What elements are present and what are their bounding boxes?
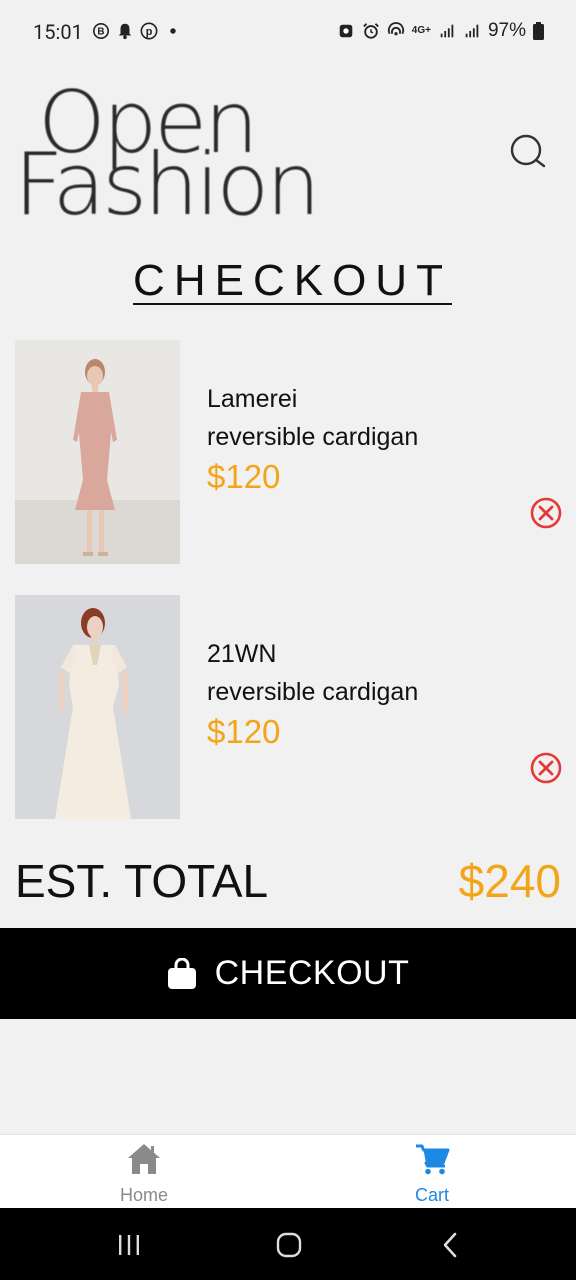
item-info: 21WN reversible cardigan $120 <box>207 635 418 751</box>
svg-text:B: B <box>97 27 104 38</box>
svg-text:p: p <box>146 26 153 38</box>
bottom-nav: Home Cart <box>0 1134 576 1209</box>
nav-home-label: Home <box>119 1185 168 1205</box>
system-nav-bar <box>0 1208 576 1280</box>
checkout-button[interactable]: CHECKOUT <box>0 928 576 1019</box>
shopping-bag-icon <box>167 957 196 989</box>
network-type: 4G+ <box>411 25 431 36</box>
alarm-icon <box>362 23 379 39</box>
signal-icon <box>440 24 454 38</box>
product-image[interactable] <box>15 340 180 564</box>
search-icon[interactable] <box>508 132 548 172</box>
nav-cart[interactable]: Cart <box>288 1135 576 1209</box>
logo-line2: Fashion <box>14 135 321 235</box>
total-value: $240 <box>458 855 561 907</box>
page-title: CHECKOUT <box>0 256 576 306</box>
total-label: EST. TOTAL <box>15 855 269 907</box>
item-price: $120 <box>207 713 281 750</box>
battery-icon <box>533 22 544 40</box>
page-title-text: CHECKOUT <box>133 256 452 305</box>
signal-icon-2 <box>465 24 479 38</box>
nav-cart-label: Cart <box>414 1185 449 1205</box>
battery-percent: 97% <box>487 20 526 41</box>
remove-item-icon[interactable] <box>529 751 563 785</box>
item-name-line1: Lamerei <box>207 385 298 413</box>
pinterest-icon: p <box>140 22 158 40</box>
status-bar: 15:01 B p 4G+ 97% <box>0 0 576 66</box>
cart-item: 21WN reversible cardigan $120 <box>15 595 576 819</box>
checkout-button-label: CHECKOUT <box>214 954 410 992</box>
recent-apps-icon[interactable] <box>114 1230 144 1260</box>
cart-item: Lamerei reversible cardigan $120 <box>15 340 576 564</box>
item-name-line2: reversible cardigan <box>207 678 419 706</box>
item-name-line2: reversible cardigan <box>207 423 419 451</box>
cart-icon <box>416 1144 450 1175</box>
status-time: 15:01 <box>33 20 83 44</box>
item-info: Lamerei reversible cardigan $120 <box>207 380 418 496</box>
item-name-line1: 21WN <box>207 640 277 668</box>
home-icon <box>128 1144 160 1174</box>
dot-icon <box>170 28 176 34</box>
system-status-icons: 4G+ 97% <box>337 20 544 42</box>
home-button-icon[interactable] <box>274 1230 304 1260</box>
bell-icon <box>118 23 132 40</box>
back-icon[interactable] <box>436 1230 466 1260</box>
brand-logo[interactable]: Open Fashion <box>14 80 321 235</box>
hotspot-icon <box>387 22 404 36</box>
b-notification-icon: B <box>92 22 110 40</box>
notification-icons: B p <box>92 22 182 40</box>
product-image[interactable] <box>15 595 180 819</box>
item-price: $120 <box>207 458 281 495</box>
remove-item-icon[interactable] <box>529 496 563 530</box>
nav-home[interactable]: Home <box>0 1135 288 1209</box>
recycle-icon <box>339 24 353 38</box>
